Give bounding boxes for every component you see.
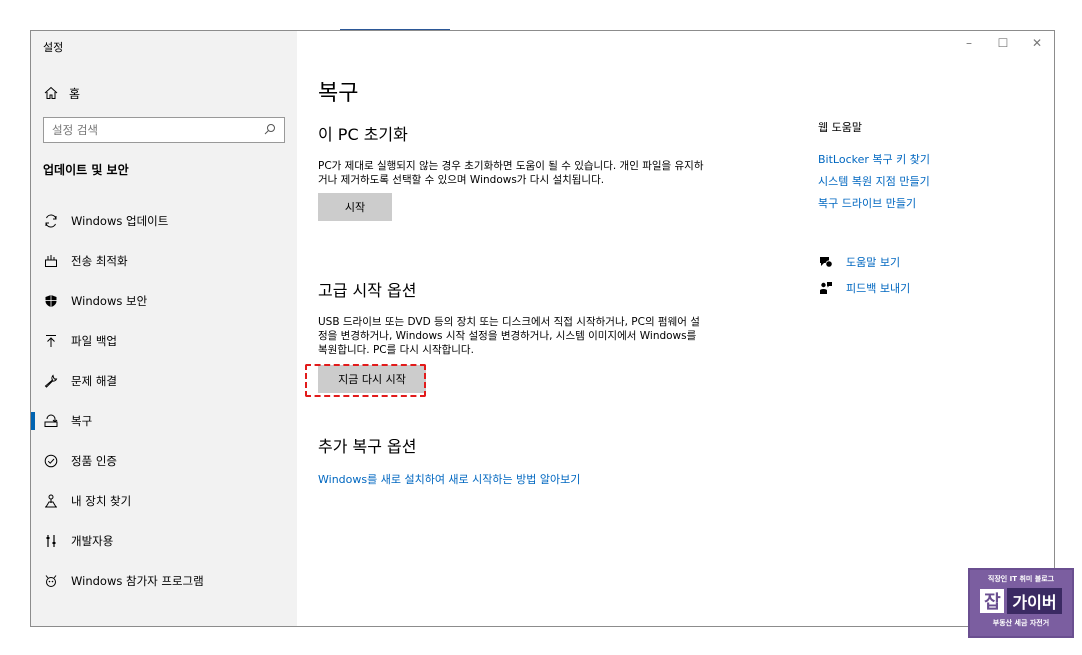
- advanced-heading: 고급 시작 옵션: [318, 281, 417, 300]
- sidebar-item-label: Windows 보안: [71, 294, 148, 308]
- delivery-optimization-icon: [43, 253, 59, 269]
- reset-description: PC가 제대로 실행되지 않는 경우 초기화하면 도움이 될 수 있습니다. 개…: [318, 160, 704, 186]
- page-title: 복구: [318, 81, 359, 106]
- more-heading: 추가 복구 옵션: [318, 437, 417, 456]
- find-device-icon: [43, 493, 59, 509]
- watermark-word: 가이버: [1007, 588, 1062, 614]
- sidebar-item-recovery[interactable]: 복구: [31, 401, 297, 441]
- highlight-box: [305, 364, 426, 397]
- bitlocker-link[interactable]: BitLocker 복구 키 찾기: [818, 149, 1018, 171]
- search-icon: [264, 123, 276, 138]
- recovery-drive-link[interactable]: 복구 드라이브 만들기: [818, 193, 1018, 215]
- section-title: 업데이트 및 보안: [43, 163, 129, 177]
- sidebar-item-label: Windows 업데이트: [71, 214, 169, 228]
- sidebar-item-label: 문제 해결: [71, 374, 117, 388]
- sidebar-item-label: Windows 참가자 프로그램: [71, 574, 204, 588]
- sidebar-item-label: 개발자용: [71, 534, 114, 548]
- backup-icon: [43, 333, 59, 349]
- sidebar-item-label: 내 장치 찾기: [71, 494, 132, 508]
- sidebar-item-for-developers[interactable]: 개발자용: [31, 521, 297, 561]
- sidebar-item-troubleshoot[interactable]: 문제 해결: [31, 361, 297, 401]
- get-help-label: 도움말 보기: [846, 256, 901, 269]
- main-content: – ☐ ✕ 복구 이 PC 초기화 PC가 제대로 실행되지 않는 경우 초기화…: [297, 31, 1054, 626]
- minimize-button[interactable]: –: [952, 31, 986, 55]
- settings-window: 설정 홈 설정 검색 업데이트 및 보안 Windows 업데이트 전송 최적화…: [30, 30, 1055, 627]
- search-placeholder: 설정 검색: [52, 123, 98, 137]
- sidebar-item-file-backup[interactable]: 파일 백업: [31, 321, 297, 361]
- fresh-start-link[interactable]: Windows를 새로 설치하여 새로 시작하는 방법 알아보기: [318, 471, 718, 487]
- sidebar-item-label: 복구: [71, 414, 93, 428]
- watermark-bottom-text: 부동산 세금 자전거: [992, 619, 1050, 627]
- advanced-description: USB 드라이브 또는 DVD 등의 장치 또는 디스크에서 직접 시작하거나,…: [318, 316, 700, 356]
- sidebar: 설정 홈 설정 검색 업데이트 및 보안 Windows 업데이트 전송 최적화…: [31, 31, 297, 626]
- search-input[interactable]: 설정 검색: [43, 117, 285, 143]
- maximize-button[interactable]: ☐: [986, 31, 1020, 55]
- reset-start-button[interactable]: 시작: [318, 193, 392, 221]
- wrench-icon: [43, 373, 59, 389]
- watermark-top-text: 직장인 IT 취미 블로그: [987, 575, 1055, 583]
- home-link[interactable]: 홈: [43, 83, 80, 103]
- sidebar-nav: Windows 업데이트 전송 최적화 Windows 보안 파일 백업 문제 …: [31, 201, 297, 601]
- get-help-link[interactable]: 도움말 보기: [818, 249, 1018, 275]
- app-title: 설정: [43, 41, 64, 54]
- sidebar-item-activation[interactable]: 정품 인증: [31, 441, 297, 481]
- sidebar-item-label: 전송 최적화: [71, 254, 128, 268]
- reset-heading: 이 PC 초기화: [318, 125, 408, 144]
- reset-pc-section: 이 PC 초기화 PC가 제대로 실행되지 않는 경우 초기화하면 도움이 될 …: [318, 121, 718, 221]
- feedback-link[interactable]: 피드백 보내기: [818, 275, 1018, 301]
- recovery-icon: [43, 413, 59, 429]
- sidebar-item-label: 정품 인증: [71, 454, 117, 468]
- help-panel-heading: 웹 도움말: [818, 121, 862, 134]
- sidebar-item-insider-program[interactable]: Windows 참가자 프로그램: [31, 561, 297, 601]
- restore-point-link[interactable]: 시스템 복원 지점 만들기: [818, 171, 1018, 193]
- check-circle-icon: [43, 453, 59, 469]
- feedback-label: 피드백 보내기: [846, 282, 911, 295]
- sidebar-item-windows-update[interactable]: Windows 업데이트: [31, 201, 297, 241]
- help-chat-icon: [818, 254, 834, 270]
- window-controls: – ☐ ✕: [952, 31, 1054, 55]
- watermark-logo: 잡 가이버: [974, 588, 1068, 614]
- sidebar-item-find-my-device[interactable]: 내 장치 찾기: [31, 481, 297, 521]
- more-recovery-section: 추가 복구 옵션 Windows를 새로 설치하여 새로 시작하는 방법 알아보…: [318, 433, 718, 487]
- watermark-char: 잡: [980, 589, 1005, 613]
- blog-watermark-logo: 직장인 IT 취미 블로그 잡 가이버 부동산 세금 자전거: [968, 568, 1074, 638]
- close-button[interactable]: ✕: [1020, 31, 1054, 55]
- sidebar-item-windows-security[interactable]: Windows 보안: [31, 281, 297, 321]
- sync-icon: [43, 213, 59, 229]
- insider-icon: [43, 573, 59, 589]
- home-label: 홈: [69, 86, 81, 101]
- sidebar-item-label: 파일 백업: [71, 334, 117, 348]
- sidebar-item-delivery-optimization[interactable]: 전송 최적화: [31, 241, 297, 281]
- shield-icon: [43, 293, 59, 309]
- home-icon: [43, 85, 59, 101]
- help-panel: 웹 도움말 BitLocker 복구 키 찾기 시스템 복원 지점 만들기 복구…: [818, 119, 1018, 301]
- feedback-icon: [818, 280, 834, 296]
- developer-icon: [43, 533, 59, 549]
